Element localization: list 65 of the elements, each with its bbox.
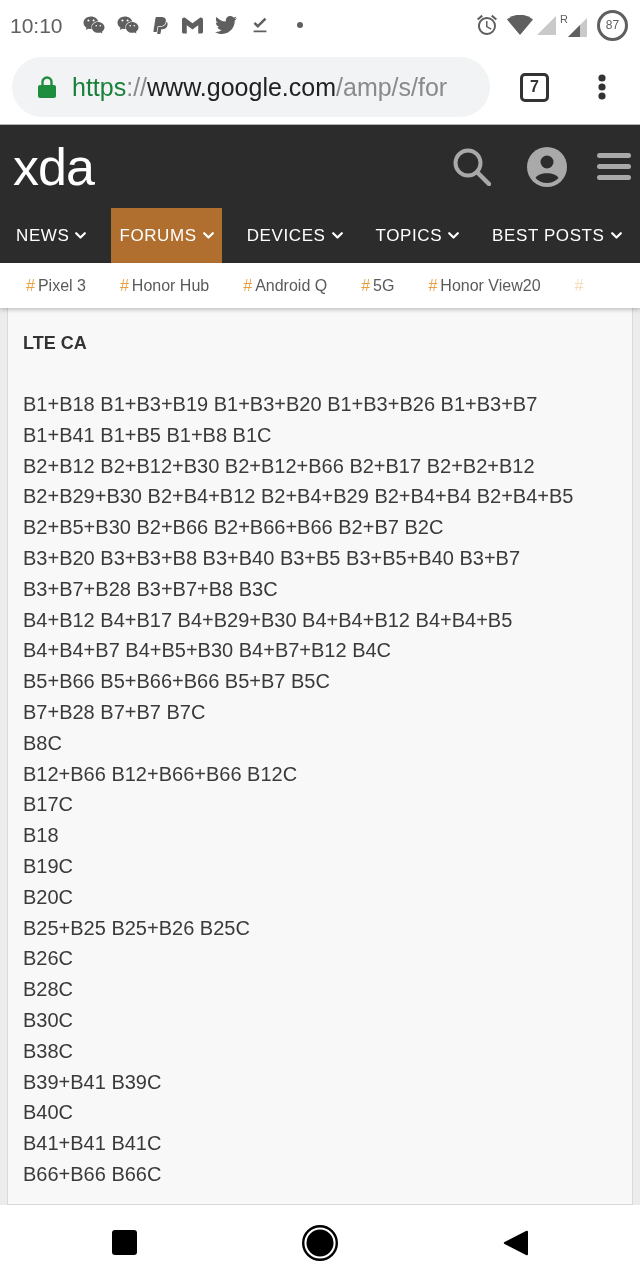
band-combo-line: B2+B12 B2+B12+B30 B2+B12+B66 B2+B17 B2+B2+B12	[23, 453, 535, 479]
search-icon[interactable]	[453, 147, 491, 186]
band-combo-line: B1+B41 B1+B5 B1+B8 B1C	[23, 422, 272, 448]
band-combo-line: B19C	[23, 853, 74, 879]
band-combo-line: B39+B41 B39C	[23, 1069, 162, 1095]
address-field[interactable]: https://www.google.com/amp/s/for	[12, 57, 490, 117]
bird-icon	[214, 14, 237, 36]
wifi-icon	[507, 15, 534, 35]
band-combo-line: B2+B29+B30 B2+B4+B12 B2+B4+B29 B2+B4+B4 B2+B4+B5	[23, 484, 574, 510]
alarm-clock-icon	[475, 13, 500, 37]
tag-link[interactable]: # Pixel 3	[26, 277, 86, 294]
band-combo-line: B2+B5+B30 B2+B66 B2+B66+B66 B2+B7 B2C	[23, 515, 444, 541]
band-combo-line: B8C	[23, 730, 62, 756]
tag-link[interactable]: # Android Q	[243, 277, 328, 294]
band-combo-line: B5+B66 B5+B66+B66 B5+B7 B5C	[23, 669, 330, 695]
band-combo-line: B20C	[23, 884, 74, 910]
lock-icon	[38, 76, 56, 98]
chevron-down-icon	[610, 232, 622, 239]
back-triangle-icon[interactable]	[503, 1229, 528, 1256]
clock-time: 10:10	[10, 14, 63, 36]
band-combo-line: B3+B7+B28 B3+B7+B8 B3C	[23, 576, 278, 602]
p-logo-icon	[150, 15, 170, 35]
dot-icon	[296, 22, 303, 28]
band-combo-line: B38C	[23, 1038, 74, 1064]
band-combo-line: B12+B66 B12+B66+B66 B12C	[23, 761, 298, 787]
band-combo-line: B66+B66 B66C	[23, 1161, 162, 1187]
tag-link[interactable]: # Honor View20	[428, 277, 541, 294]
nav-tab[interactable]: DEVICES	[238, 208, 351, 263]
nav-tab[interactable]: NEWS	[8, 208, 95, 263]
tab-count-button[interactable]: 7	[520, 72, 549, 102]
chevron-down-icon	[75, 232, 87, 239]
band-combo-line: B26C	[23, 946, 74, 972]
band-combo-line: B28C	[23, 977, 74, 1003]
nav-tab[interactable]: BEST POSTS	[484, 208, 630, 263]
chat-bubbles-icon	[82, 14, 105, 36]
tag-link[interactable]: # 5G	[361, 277, 395, 294]
band-combo-line: B18	[23, 823, 59, 849]
menu-icon[interactable]	[597, 153, 631, 180]
account-icon[interactable]	[527, 146, 567, 187]
more-menu-icon[interactable]	[598, 74, 606, 100]
chevron-down-icon	[202, 232, 214, 239]
tag-link[interactable]: # Honor Hub	[119, 277, 210, 294]
chat-bubbles-icon	[116, 14, 139, 36]
band-combo-line: B17C	[23, 792, 74, 818]
home-circle-icon[interactable]	[302, 1224, 338, 1261]
battery-indicator: 87	[597, 9, 628, 41]
band-combo-line: B41+B41 B41C	[23, 1131, 162, 1157]
band-combo-line: B3+B20 B3+B3+B8 B3+B40 B3+B5 B3+B5+B40 B3+B7	[23, 546, 521, 571]
band-combo-line: B40C	[23, 1100, 74, 1126]
signal-icon	[537, 15, 557, 35]
nav-tab[interactable]: FORUMS	[111, 208, 222, 263]
chevron-down-icon	[331, 232, 343, 239]
band-combo-line: B7+B28 B7+B7 B7C	[23, 699, 206, 725]
url-text: https://www.google.com/amp/s/for	[72, 74, 448, 100]
band-combo-line: B1+B18 B1+B3+B19 B1+B3+B20 B1+B3+B26 B1+B3+B7	[23, 392, 538, 417]
band-combo-line: B30C	[23, 1007, 74, 1033]
roaming-label: R	[560, 13, 568, 25]
site-logo[interactable]: xda	[13, 140, 94, 193]
nav-tab[interactable]: TOPICS	[367, 208, 468, 263]
chevron-down-icon	[448, 232, 460, 239]
signal-icon	[568, 17, 587, 37]
band-combo-line: B4+B12 B4+B17 B4+B29+B30 B4+B4+B12 B4+B4+B5	[23, 607, 513, 633]
post-heading: LTE CA	[23, 332, 87, 355]
band-combo-line: B4+B4+B7 B4+B5+B30 B4+B7+B12 B4C	[23, 638, 392, 664]
band-combo-line: B25+B25 B25+B26 B25C	[23, 915, 250, 941]
